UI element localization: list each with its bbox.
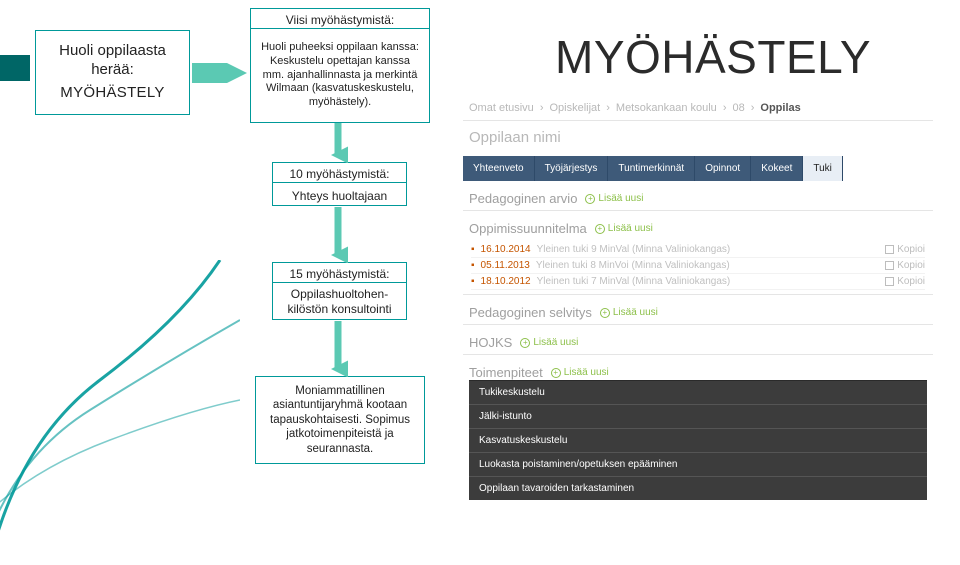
add-link[interactable]: +Lisää uusi xyxy=(595,223,653,234)
flow-step2-body: Yhteys huoltajaan xyxy=(272,182,407,206)
entry-row[interactable]: ▪ 18.10.2012 Yleinen tuki 7 MinVal (Minn… xyxy=(471,274,925,290)
copy-action[interactable]: Kopioi xyxy=(885,276,925,287)
crumb-item[interactable]: 08 xyxy=(732,102,744,114)
crumb-item[interactable]: Omat etusivu xyxy=(469,102,534,114)
bullet-icon: ▪ xyxy=(471,260,475,271)
plus-icon: + xyxy=(551,368,561,378)
menu-item[interactable]: Tukikeskustelu xyxy=(469,381,927,404)
doc-icon xyxy=(885,261,894,270)
plus-icon: + xyxy=(520,338,530,348)
tab-tuntimerkinnat[interactable]: Tuntimerkinnät xyxy=(608,156,695,181)
crumb-item[interactable]: Opiskelijat xyxy=(549,102,600,114)
menu-item[interactable]: Kasvatuskeskustelu xyxy=(469,428,927,452)
arrow-step2-to-step3 xyxy=(328,207,348,263)
flow-step4-text: Moniammatillinen asiantuntijaryhmä koota… xyxy=(264,384,416,456)
section-title: Oppimissuunnitelma xyxy=(469,221,587,236)
menu-item[interactable]: Luokasta poistaminen/opetuksen epääminen xyxy=(469,452,927,476)
arrow-step3-to-step4 xyxy=(328,321,348,377)
crumb-item[interactable]: Metsokankaan koulu xyxy=(616,102,717,114)
flow-step3-title: 15 myöhästymistä: xyxy=(272,262,407,282)
add-link[interactable]: +Lisää uusi xyxy=(520,337,578,348)
section-toimenpiteet: Toimenpiteet +Lisää uusi Tukikeskustelu … xyxy=(463,355,933,500)
page-title: MYÖHÄSTELY xyxy=(555,30,871,84)
tab-opinnot[interactable]: Opinnot xyxy=(695,156,751,181)
flow-step4-body: Moniammatillinen asiantuntijaryhmä koota… xyxy=(255,376,425,464)
arrow-start-to-step1 xyxy=(192,63,248,83)
tab-kokeet[interactable]: Kokeet xyxy=(751,156,803,181)
doc-icon xyxy=(885,245,894,254)
student-name-label: Oppilaan nimi xyxy=(463,121,933,156)
entry-date: 05.11.2013 xyxy=(481,260,530,271)
menu-item[interactable]: Jälki-istunto xyxy=(469,404,927,428)
add-link[interactable]: +Lisää uusi xyxy=(585,193,643,204)
wilma-app-panel: Omat etusivu› Opiskelijat› Metsokankaan … xyxy=(463,98,933,500)
copy-action[interactable]: Kopioi xyxy=(885,244,925,255)
breadcrumb: Omat etusivu› Opiskelijat› Metsokankaan … xyxy=(463,98,933,121)
decorative-swoosh xyxy=(0,260,240,560)
entry-row[interactable]: ▪ 05.11.2013 Yleinen tuki 8 MinVoi (Minn… xyxy=(471,258,925,274)
toimenpiteet-menu: Tukikeskustelu Jälki-istunto Kasvatuskes… xyxy=(469,380,927,500)
flow-step1-title: Viisi myöhästymistä: xyxy=(250,8,430,28)
entry-text: Yleinen tuki 7 MinVal (Minna Valiniokang… xyxy=(537,276,880,287)
flow-start-line3: MYÖHÄSTELY xyxy=(60,84,164,103)
section-oppimissuunnitelma: Oppimissuunnitelma +Lisää uusi ▪ 16.10.2… xyxy=(463,211,933,295)
crumb-item-active: Oppilas xyxy=(760,102,800,114)
flow-step1-text: Huoli puheeksi oppilaan kanssa: Keskuste… xyxy=(259,41,421,110)
tab-bar: Yhteenveto Työjärjestys Tuntimerkinnät O… xyxy=(463,156,933,181)
tab-tuki[interactable]: Tuki xyxy=(803,156,843,181)
entry-text: Yleinen tuki 9 MinVal (Minna Valiniokang… xyxy=(537,244,880,255)
section-title: Pedagoginen selvitys xyxy=(469,305,592,320)
plus-icon: + xyxy=(585,194,595,204)
flow-step3-body: Oppilashuoltohen-kilöstön konsultointi xyxy=(272,282,407,320)
entry-row[interactable]: ▪ 16.10.2014 Yleinen tuki 9 MinVal (Minn… xyxy=(471,242,925,258)
tab-yhteenveto[interactable]: Yhteenveto xyxy=(463,156,535,181)
doc-icon xyxy=(885,277,894,286)
menu-item[interactable]: Oppilaan tavaroiden tarkastaminen xyxy=(469,476,927,500)
flow-step1-body: Huoli puheeksi oppilaan kanssa: Keskuste… xyxy=(250,28,430,123)
flow-start-box: Huoli oppilaasta herää: MYÖHÄSTELY xyxy=(35,30,190,115)
entry-date: 16.10.2014 xyxy=(481,244,531,255)
copy-action[interactable]: Kopioi xyxy=(885,260,925,271)
entry-list: ▪ 16.10.2014 Yleinen tuki 9 MinVal (Minn… xyxy=(471,242,925,290)
bullet-icon: ▪ xyxy=(471,244,475,255)
add-link[interactable]: +Lisää uusi xyxy=(551,367,609,378)
add-link[interactable]: +Lisää uusi xyxy=(600,307,658,318)
entry-date: 18.10.2012 xyxy=(481,276,531,287)
plus-icon: + xyxy=(600,308,610,318)
tab-tyojarjestys[interactable]: Työjärjestys xyxy=(535,156,609,181)
section-ped-arvio: Pedagoginen arvio +Lisää uusi xyxy=(463,181,933,211)
entry-text: Yleinen tuki 8 MinVoi (Minna Valiniokang… xyxy=(536,260,879,271)
section-title: HOJKS xyxy=(469,335,512,350)
plus-icon: + xyxy=(595,224,605,234)
bullet-icon: ▪ xyxy=(471,276,475,287)
section-hojks: HOJKS +Lisää uusi xyxy=(463,325,933,355)
section-title: Pedagoginen arvio xyxy=(469,191,577,206)
flow-start-line2: herää: xyxy=(91,61,134,80)
flow-step2-title: 10 myöhästymistä: xyxy=(272,162,407,182)
arrow-step1-to-step2 xyxy=(328,123,348,163)
flow-start-line1: Huoli oppilaasta xyxy=(59,42,166,61)
accent-bar xyxy=(0,55,30,81)
section-title: Toimenpiteet xyxy=(469,365,543,380)
section-ped-selvitys: Pedagoginen selvitys +Lisää uusi xyxy=(463,295,933,325)
